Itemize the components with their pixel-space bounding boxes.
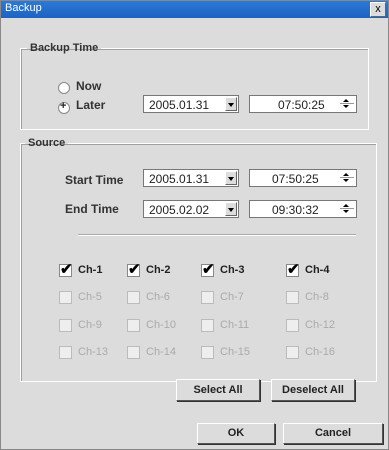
start-time-spinner[interactable]: 07:50:25 (249, 169, 357, 187)
backup-time-group: Backup Time (20, 42, 369, 130)
chevron-down-icon[interactable] (225, 202, 237, 216)
now-radio[interactable] (58, 82, 70, 94)
start-date-value: 2005.01.31 (149, 172, 210, 186)
channel-label: Ch-11 (220, 319, 250, 331)
checkmark-icon: ✔ (60, 261, 73, 278)
channel-label: Ch-16 (305, 346, 335, 358)
checkmark-icon: ✔ (287, 261, 300, 278)
title-bar: Backup x (1, 1, 388, 18)
end-date-dropdown[interactable]: 2005.02.02 (143, 200, 239, 218)
end-time-spinner[interactable]: 09:30:32 (249, 200, 357, 218)
checkbox-box (59, 346, 72, 359)
spin-arrows-icon[interactable] (340, 97, 354, 111)
checkmark-icon: ✔ (128, 261, 141, 278)
source-legend: Source (28, 137, 66, 149)
chevron-down-icon[interactable] (225, 171, 237, 185)
channel-label: Ch-2 (146, 264, 171, 276)
backup-time-spinner[interactable]: 07:50:25 (249, 95, 357, 113)
channel-label: Ch-12 (305, 319, 335, 331)
spin-arrows-icon[interactable] (340, 171, 354, 185)
backup-date-dropdown[interactable]: 2005.01.31 (143, 95, 239, 113)
channel-label: Ch-14 (146, 346, 176, 358)
checkbox-box (127, 291, 140, 304)
backup-time-legend: Backup Time (30, 42, 99, 54)
chevron-down-icon[interactable] (225, 97, 237, 111)
checkbox-box (286, 319, 299, 332)
backup-time-value: 07:50:25 (278, 98, 325, 112)
checkbox-box (201, 291, 214, 304)
cancel-button[interactable]: Cancel (283, 423, 383, 444)
now-label: Now (76, 79, 102, 93)
spin-arrows-icon[interactable] (340, 202, 354, 216)
later-label: Later (76, 98, 106, 112)
channel-label: Ch-3 (220, 264, 245, 276)
start-date-dropdown[interactable]: 2005.01.31 (143, 169, 239, 187)
close-button[interactable]: x (370, 2, 386, 17)
checkbox-box (127, 319, 140, 332)
select-all-button[interactable]: Select All (176, 379, 260, 401)
channel-label: Ch-13 (78, 346, 108, 358)
later-radio[interactable] (58, 100, 70, 114)
deselect-all-button[interactable]: Deselect All (271, 379, 355, 401)
channel-label: Ch-9 (78, 319, 102, 331)
end-time-label: End Time (65, 202, 119, 216)
checkbox-box (201, 319, 214, 332)
channel-label: Ch-1 (78, 264, 103, 276)
start-time-value: 07:50:25 (272, 172, 319, 186)
window-title: Backup (5, 2, 42, 14)
end-time-value: 09:30:32 (272, 203, 319, 217)
checkbox-box (59, 291, 72, 304)
ok-button[interactable]: OK (197, 423, 275, 444)
end-date-value: 2005.02.02 (149, 203, 210, 217)
start-time-label: Start Time (65, 173, 124, 187)
checkbox-box (286, 291, 299, 304)
channel-label: Ch-15 (220, 346, 250, 358)
channel-label: Ch-10 (146, 319, 176, 331)
backup-dialog: Backup x Backup Time Now Later 2005.01.3… (0, 0, 389, 450)
checkbox-box (286, 346, 299, 359)
channel-label: Ch-4 (305, 264, 330, 276)
channel-label: Ch-5 (78, 291, 102, 303)
channel-label: Ch-8 (305, 291, 329, 303)
checkmark-icon: ✔ (202, 261, 215, 278)
checkbox-box (59, 319, 72, 332)
checkbox-box (201, 346, 214, 359)
channel-label: Ch-7 (220, 291, 244, 303)
backup-date-value: 2005.01.31 (149, 98, 210, 112)
divider (78, 234, 356, 236)
checkbox-box (127, 346, 140, 359)
channel-label: Ch-6 (146, 291, 170, 303)
